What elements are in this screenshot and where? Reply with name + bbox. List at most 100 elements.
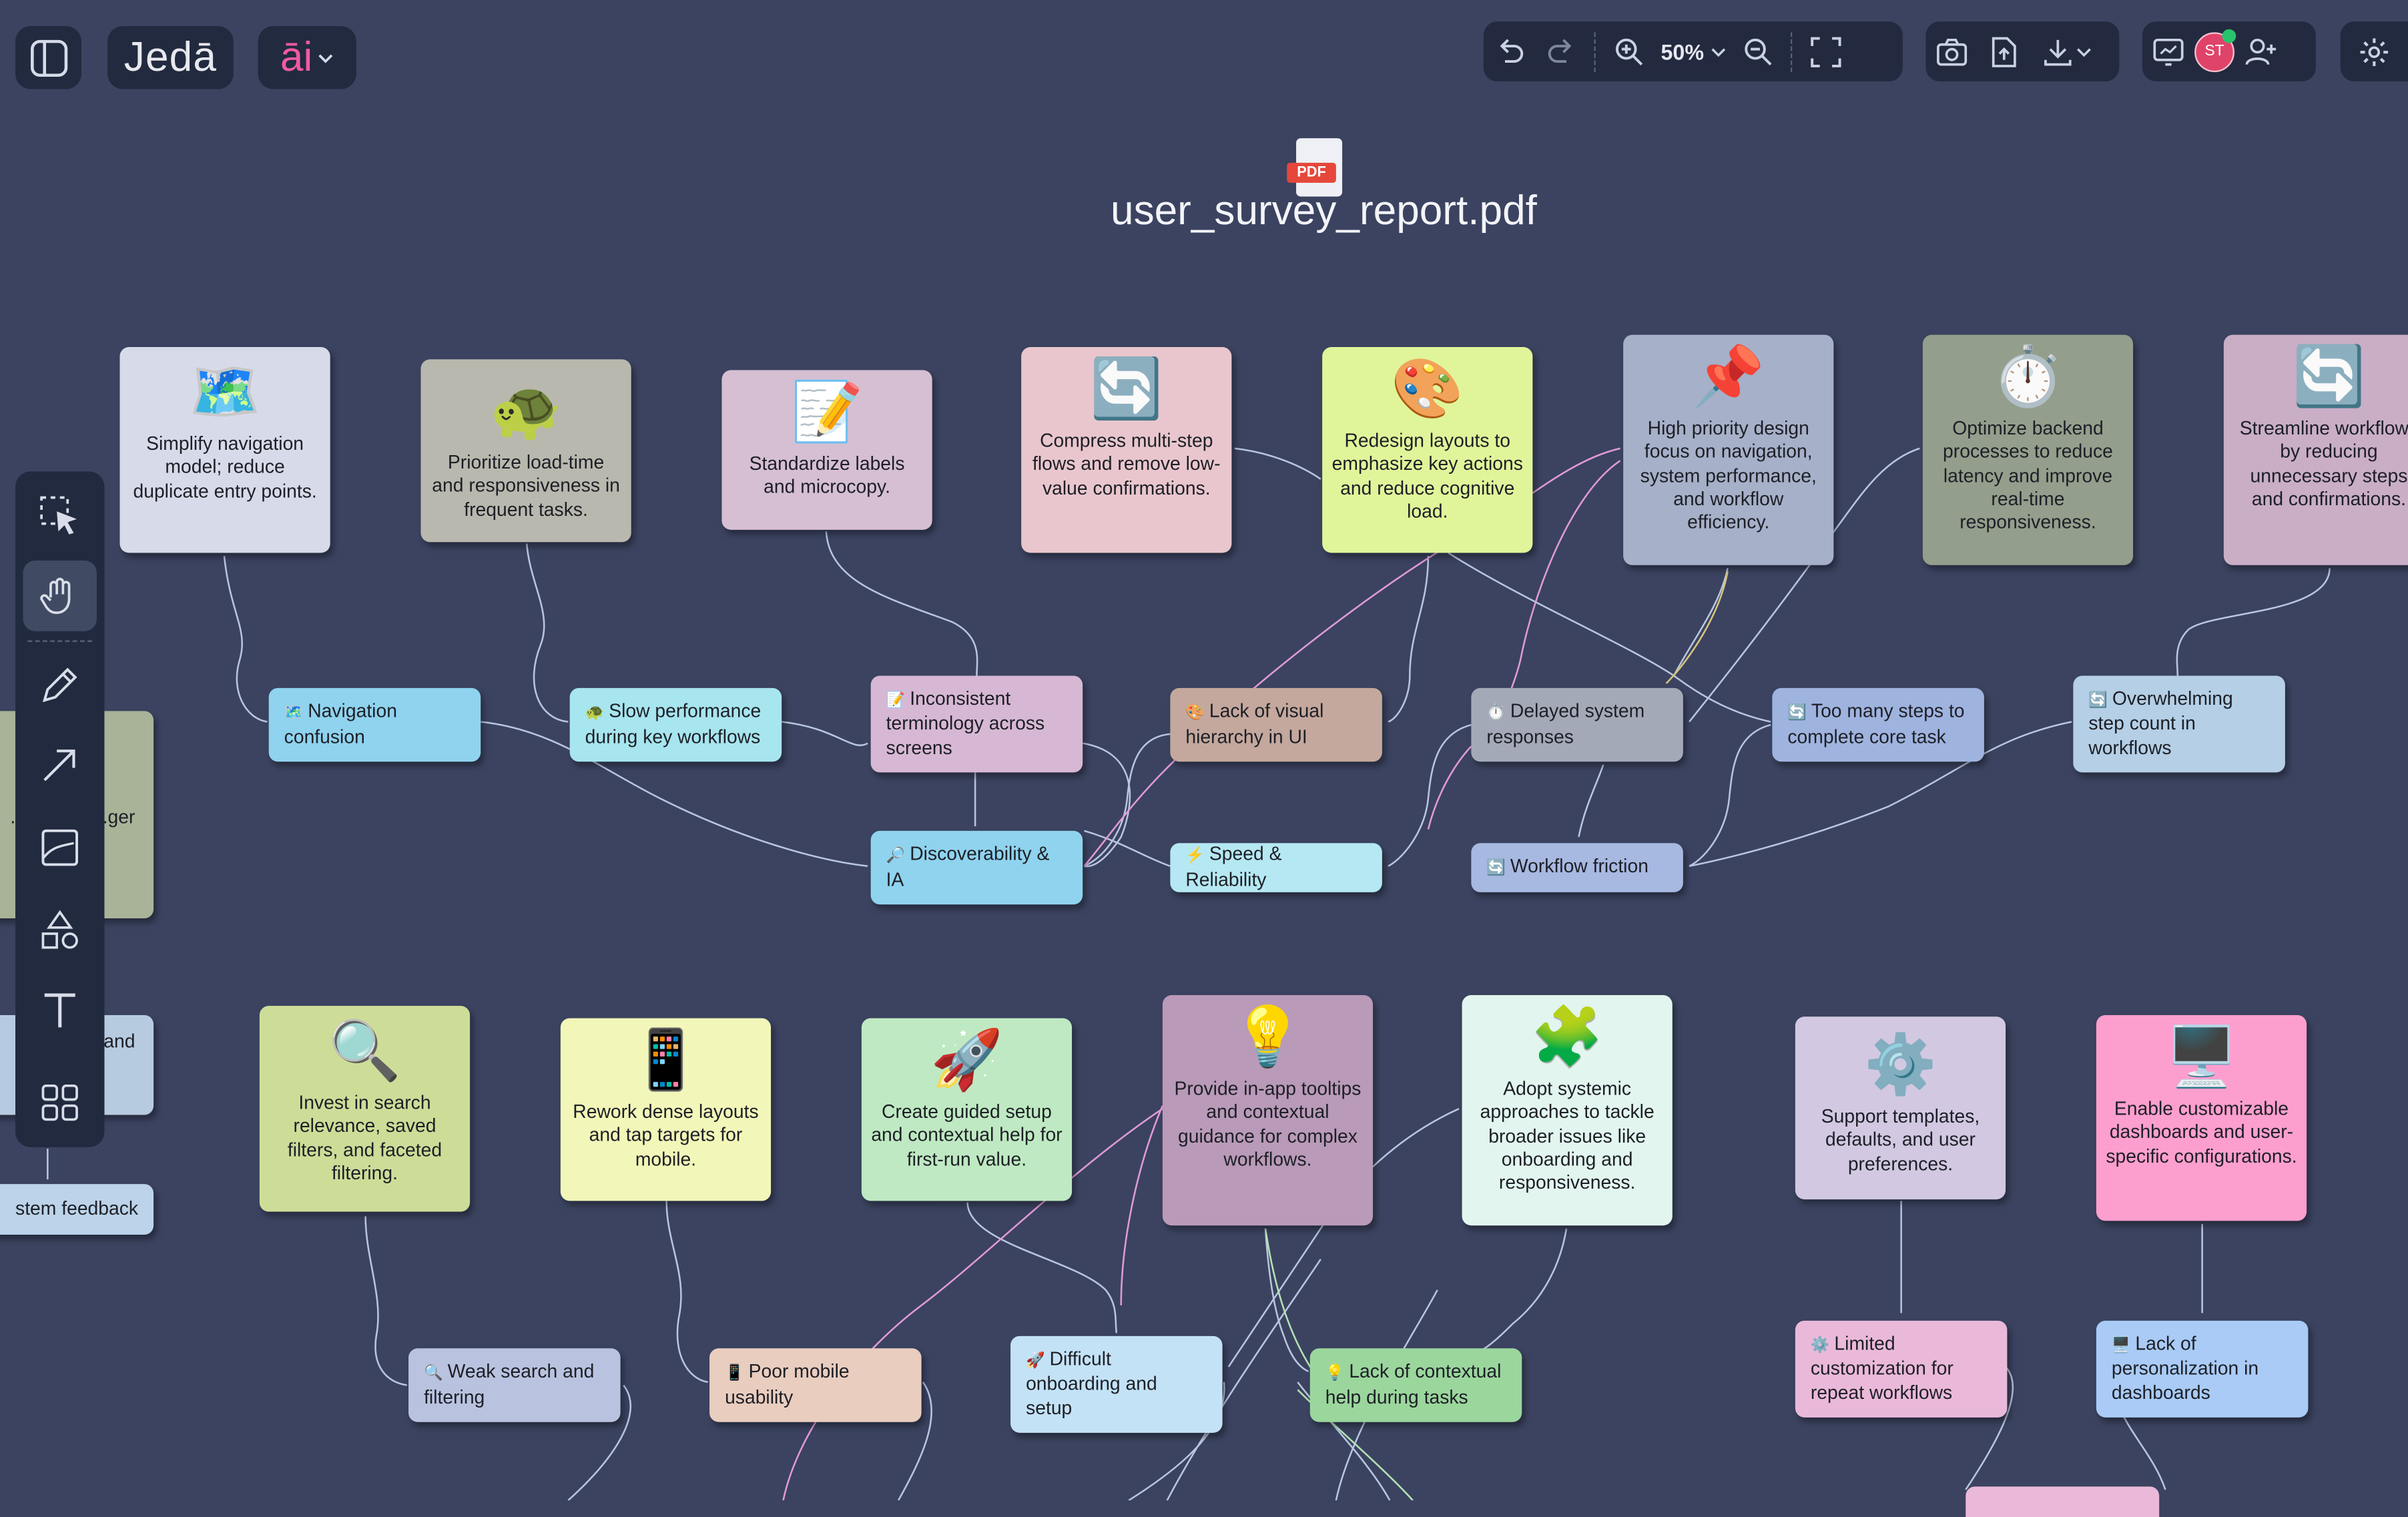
shapes-tool-button[interactable] bbox=[23, 895, 97, 966]
user-avatar[interactable]: ST bbox=[2194, 28, 2236, 71]
presentation-icon bbox=[2153, 37, 2184, 65]
problem-node[interactable]: 🔍 Weak search and filtering bbox=[408, 1348, 621, 1422]
stopwatch-icon: ⏱️ bbox=[1992, 345, 2064, 410]
node-text: Weak search and filtering bbox=[424, 1361, 595, 1408]
node-text: Delayed system responses bbox=[1486, 700, 1645, 747]
pill-text: stem feedback bbox=[15, 1197, 139, 1219]
solution-card[interactable]: ⏱️ Optimize backend processes to reduce … bbox=[1922, 334, 2134, 565]
fit-screen-button[interactable] bbox=[1800, 21, 1852, 81]
add-collaborator-button[interactable] bbox=[2234, 21, 2287, 81]
solution-card[interactable]: 📝 Standardize labels and microcopy. bbox=[721, 370, 932, 530]
theme-node[interactable]: 🔎 Discoverability & IA bbox=[870, 830, 1083, 905]
solution-card[interactable]: 🚀 Create guided setup and contextual hel… bbox=[861, 1018, 1073, 1201]
node-text: Lack of contextual help during tasks bbox=[1325, 1361, 1502, 1408]
download-menu-button[interactable] bbox=[2030, 21, 2104, 81]
palette-icon: 🎨 bbox=[1391, 358, 1464, 422]
screenshot-button[interactable] bbox=[1925, 21, 1978, 81]
card-text: Adopt systemic approaches to tackle broa… bbox=[1480, 1078, 1654, 1194]
theme-node[interactable]: ⚡ Speed & Reliability bbox=[1170, 843, 1382, 892]
problem-node[interactable]: 🔄 Overwhelming step count in workflows bbox=[2073, 675, 2285, 773]
grid-icon bbox=[41, 1084, 78, 1121]
online-status-dot bbox=[2222, 28, 2236, 43]
redo-icon bbox=[1548, 38, 1572, 62]
node-text: Slow performance during key workflows bbox=[585, 700, 762, 747]
problem-node[interactable]: 💡 Lack of contextual help during tasks bbox=[1309, 1348, 1522, 1422]
solution-card[interactable]: 📌 High priority design focus on navigati… bbox=[1623, 334, 1834, 565]
chevron-down-icon bbox=[318, 53, 332, 63]
refresh-icon: 🔄 bbox=[2292, 345, 2365, 410]
lightning-icon: ⚡ bbox=[1185, 848, 1205, 865]
problem-node[interactable]: 🎨 Lack of visual hierarchy in UI bbox=[1170, 687, 1382, 762]
sidebar-icon bbox=[29, 39, 67, 76]
lightbulb-icon: 💡 bbox=[1231, 1006, 1304, 1071]
card-text: Invest in search relevance, saved filter… bbox=[287, 1092, 442, 1184]
hand-icon bbox=[40, 577, 71, 614]
problem-node[interactable]: 📱 Poor mobile usability bbox=[709, 1348, 922, 1422]
text-icon bbox=[44, 993, 75, 1028]
ai-logo: āi bbox=[280, 33, 313, 80]
map-icon: 🗺️ bbox=[284, 705, 304, 722]
problem-node[interactable]: ⏱️ Delayed system responses bbox=[1471, 687, 1683, 762]
app-logo: Jedā bbox=[123, 33, 218, 80]
problem-node[interactable]: 📝 Inconsistent terminology across screens bbox=[870, 675, 1083, 773]
desktop-computer-icon: 🖥️ bbox=[2165, 1026, 2238, 1091]
solution-card[interactable]: 🔄 Streamline workflows by reducing unnec… bbox=[2223, 334, 2408, 565]
solution-card[interactable]: ⚙️ Support templates, defaults, and user… bbox=[1795, 1016, 2006, 1200]
zoom-out-button[interactable] bbox=[1733, 21, 1785, 81]
arrow-icon bbox=[43, 749, 75, 782]
text-tool-button[interactable] bbox=[23, 975, 97, 1046]
present-button[interactable] bbox=[2142, 21, 2194, 81]
sidebar-toggle-button[interactable] bbox=[15, 26, 81, 89]
node-text: Discoverability & IA bbox=[886, 843, 1050, 890]
node-text: Overwhelming step count in workflows bbox=[2088, 687, 2233, 758]
solution-card[interactable]: 🖥️ Enable customizable dashboards and us… bbox=[2096, 1014, 2307, 1221]
solution-card[interactable]: 🎨 Redesign layouts to emphasize key acti… bbox=[1322, 347, 1533, 553]
upload-file-icon bbox=[1992, 36, 2016, 67]
card-text: Standardize labels and microcopy. bbox=[749, 452, 905, 499]
add-user-icon bbox=[2245, 37, 2277, 65]
arrow-tool-button[interactable] bbox=[23, 729, 97, 800]
problem-node[interactable]: 🚀 Difficult onboarding and setup bbox=[1010, 1335, 1223, 1433]
zoom-in-button[interactable] bbox=[1603, 21, 1655, 81]
chevron-down-icon bbox=[1711, 47, 1725, 57]
document-title: user_survey_report.pdf bbox=[1111, 187, 1537, 234]
stopwatch-icon: ⏱️ bbox=[1486, 705, 1506, 722]
redo-button[interactable] bbox=[1536, 21, 1588, 81]
partial-pill[interactable]: stem feedback bbox=[0, 1184, 154, 1235]
select-tool-button[interactable] bbox=[23, 481, 97, 551]
problem-node[interactable]: 🖥️ Lack of personalization in dashboards bbox=[2096, 1320, 2309, 1418]
upload-button[interactable] bbox=[1978, 21, 2030, 81]
solution-card[interactable]: 🔍 Invest in search relevance, saved filt… bbox=[259, 1006, 471, 1212]
solution-card[interactable]: 📱 Rework dense layouts and tap targets f… bbox=[560, 1018, 772, 1201]
pan-tool-button[interactable] bbox=[23, 560, 97, 631]
settings-button[interactable] bbox=[2340, 21, 2408, 81]
canvas[interactable]: Jedā āi 50% ST PDF user_survey_report.pd… bbox=[0, 0, 2408, 1517]
card-text: Support templates, defaults, and user pr… bbox=[1821, 1105, 1980, 1175]
problem-node[interactable]: 🐢 Slow performance during key workflows bbox=[569, 687, 782, 762]
solution-card[interactable]: 🗺️ Simplify navigation model; reduce dup… bbox=[119, 347, 330, 553]
desktop-computer-icon: 🖥️ bbox=[2111, 1337, 2131, 1355]
problem-node[interactable]: 🔄 Too many steps to complete core task bbox=[1772, 687, 1984, 762]
node-text: Poor mobile usability bbox=[725, 1361, 850, 1408]
magnifier-icon: 🔎 bbox=[886, 848, 906, 865]
logo-button[interactable]: Jedā bbox=[107, 26, 234, 89]
shapes-icon bbox=[41, 910, 78, 949]
memo-icon: 📝 bbox=[886, 692, 906, 710]
undo-button[interactable] bbox=[1484, 21, 1536, 81]
zoom-level-select[interactable]: 50% bbox=[1655, 39, 1732, 63]
templates-tool-button[interactable] bbox=[23, 1067, 97, 1138]
image-tool-button[interactable] bbox=[23, 812, 97, 883]
solution-card[interactable]: 💡 Provide in-app tooltips and contextual… bbox=[1162, 995, 1374, 1226]
theme-node[interactable]: 🔄 Workflow friction bbox=[1471, 843, 1683, 892]
solution-card[interactable]: 🐢 Prioritize load-time and responsivenes… bbox=[420, 359, 631, 543]
problem-node[interactable]: 🗺️ Navigation confusion bbox=[268, 687, 481, 762]
problem-node[interactable]: ⚙️ Limited customization for repeat workf… bbox=[1795, 1320, 2008, 1418]
pen-tool-button[interactable] bbox=[23, 649, 97, 720]
pencil-icon bbox=[42, 667, 77, 703]
solution-card[interactable]: 🧩 Adopt systemic approaches to tackle br… bbox=[1462, 995, 1673, 1226]
solution-card[interactable]: 🔄 Compress multi-step flows and remove l… bbox=[1021, 347, 1232, 553]
turtle-icon: 🐢 bbox=[489, 379, 563, 444]
ai-menu-button[interactable]: āi bbox=[258, 26, 356, 89]
palette-icon: 🎨 bbox=[1185, 705, 1205, 722]
partial-card[interactable] bbox=[1966, 1486, 2160, 1517]
